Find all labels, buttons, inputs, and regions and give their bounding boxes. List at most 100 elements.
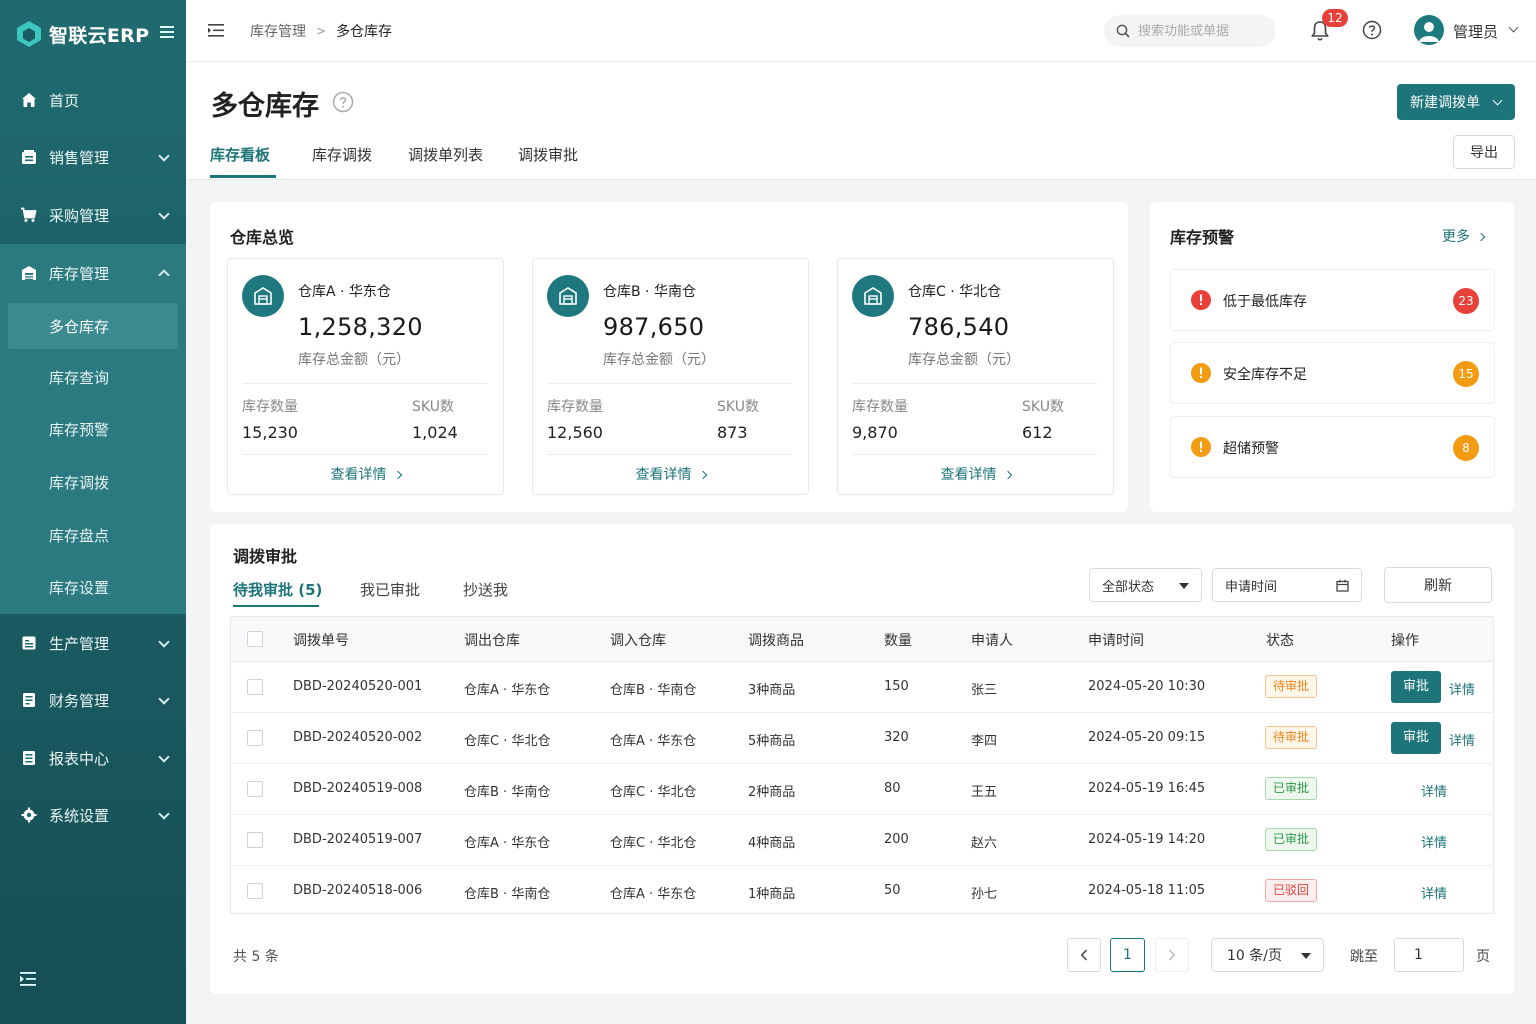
column-header: 操作 (1391, 633, 1419, 649)
chevron-down-icon (158, 208, 170, 220)
column-header: 调入仓库 (610, 633, 666, 649)
more-link[interactable]: 更多 (1442, 226, 1486, 246)
finance-icon (20, 692, 37, 709)
row-checkbox[interactable] (247, 832, 263, 848)
select-all-checkbox[interactable] (247, 631, 263, 647)
chevron-down-icon[interactable] (1508, 22, 1519, 33)
view-detail-link[interactable]: 查看详情 (533, 464, 808, 484)
collapse-sidebar-icon[interactable] (20, 972, 36, 986)
chevron-up-icon (158, 269, 170, 281)
sidebar-subitem-stock-settings[interactable]: 库存设置 (8, 564, 178, 610)
warehouse-sku: 1,024 (412, 423, 458, 442)
detail-link[interactable]: 详情 (1421, 883, 1447, 902)
menu-toggle-icon[interactable] (160, 26, 174, 38)
refresh-button[interactable]: 刷新 (1384, 567, 1492, 603)
status-filter-select[interactable]: 全部状态 (1089, 568, 1202, 602)
alert-item[interactable]: 低于最低库存 23 (1170, 269, 1495, 331)
row-checkbox[interactable] (247, 730, 263, 746)
tab-cc-me[interactable]: 抄送我 (463, 579, 508, 600)
sidebar-item-label: 系统设置 (49, 806, 110, 825)
row-checkbox[interactable] (247, 679, 263, 695)
warehouse-amount: 786,540 (908, 313, 1010, 341)
date-filter-input[interactable]: 申请时间 (1212, 568, 1362, 602)
view-detail-link[interactable]: 查看详情 (838, 464, 1113, 484)
sidebar-subitem-stock-transfer[interactable]: 库存调拨 (8, 459, 178, 505)
avatar[interactable] (1414, 15, 1444, 45)
sidebar-item-label: 报表中心 (49, 749, 110, 768)
view-detail-link[interactable]: 查看详情 (228, 464, 503, 484)
tab-transfer-approval[interactable]: 调拨审批 (518, 144, 578, 165)
topbar: 库存管理 > 多仓库存 12 管理员 (186, 0, 1536, 62)
page-size-select[interactable]: 10 条/页 (1211, 938, 1324, 972)
status-badge: 已审批 (1265, 777, 1318, 800)
approve-button[interactable]: 审批 (1391, 671, 1441, 703)
menu-icon[interactable] (208, 24, 224, 37)
warehouse-icon (547, 275, 589, 317)
chevron-right-icon (1168, 949, 1176, 961)
sidebar-item-inventory[interactable]: 库存管理 (0, 250, 186, 296)
cell-goods: 2种商品 (748, 785, 796, 800)
tab-approved[interactable]: 我已审批 (360, 579, 420, 600)
sales-icon (20, 149, 37, 166)
breadcrumb: 库存管理 > 多仓库存 (250, 21, 392, 41)
brand[interactable]: 智联云ERP (16, 14, 149, 54)
calendar-icon (1336, 579, 1349, 592)
sku-label: SKU数 (412, 399, 454, 415)
qty-label: 库存数量 (852, 399, 908, 415)
jump-page-input[interactable] (1394, 938, 1464, 972)
production-icon (20, 635, 37, 652)
row-checkbox[interactable] (247, 781, 263, 797)
status-badge: 待审批 (1265, 726, 1318, 749)
page-number-button[interactable]: 1 (1110, 938, 1145, 972)
search-box[interactable] (1104, 15, 1276, 47)
cell-applicant: 孙七 (971, 887, 998, 902)
sidebar-item-finance[interactable]: 财务管理 (0, 677, 186, 723)
sidebar-item-sales[interactable]: 销售管理 (0, 134, 186, 180)
detail-link[interactable]: 详情 (1449, 679, 1475, 698)
date-filter-placeholder: 申请时间 (1225, 579, 1278, 595)
approve-button[interactable]: 审批 (1391, 722, 1441, 754)
user-name[interactable]: 管理员 (1453, 21, 1498, 42)
sidebar-item-reports[interactable]: 报表中心 (0, 735, 186, 781)
view-detail-label: 查看详情 (330, 467, 387, 483)
error-icon (1191, 290, 1211, 310)
cell-from: 仓库A · 华东仓 (464, 836, 551, 851)
prev-page-button[interactable] (1067, 938, 1101, 972)
tab-pending-approval[interactable]: 待我审批 (5) (233, 579, 322, 600)
sidebar-item-home[interactable]: 首页 (0, 77, 186, 123)
page-header: 多仓库存 新建调拨单 导出 库存看板 库存调拨 调拨单列表 调拨审批 (186, 62, 1536, 180)
section-title: 调拨审批 (233, 547, 298, 566)
search-input[interactable] (1138, 23, 1268, 39)
status-badge: 已审批 (1265, 828, 1318, 851)
qty-label: 库存数量 (242, 399, 298, 415)
detail-link[interactable]: 详情 (1449, 730, 1475, 749)
help-icon[interactable] (1362, 20, 1382, 40)
new-transfer-button[interactable]: 新建调拨单 (1397, 84, 1515, 120)
cell-no: DBD-20240519-007 (293, 832, 423, 847)
detail-link[interactable]: 详情 (1421, 781, 1447, 800)
amount-label: 库存总金额（元） (908, 352, 1020, 368)
help-icon[interactable] (332, 91, 354, 113)
sidebar-item-production[interactable]: 生产管理 (0, 620, 186, 666)
status-badge: 待审批 (1265, 675, 1318, 698)
alert-item[interactable]: 超储预警 8 (1170, 416, 1495, 478)
sidebar-subitem-stock-alert[interactable]: 库存预警 (8, 406, 178, 452)
sidebar-item-purchase[interactable]: 采购管理 (0, 192, 186, 238)
sidebar-subitem-multi-warehouse[interactable]: 多仓库存 (8, 303, 178, 349)
alert-item[interactable]: 安全库存不足 15 (1170, 342, 1495, 404)
next-page-button[interactable] (1155, 938, 1189, 972)
tab-inventory-board[interactable]: 库存看板 (210, 144, 270, 165)
detail-link[interactable]: 详情 (1421, 832, 1447, 851)
tab-transfer-list[interactable]: 调拨单列表 (408, 144, 483, 165)
sidebar-subitem-stock-query[interactable]: 库存查询 (8, 354, 178, 400)
tab-inventory-transfer[interactable]: 库存调拨 (312, 144, 372, 165)
divider (242, 454, 487, 455)
export-button[interactable]: 导出 (1453, 135, 1515, 169)
amount-label: 库存总金额（元） (603, 352, 715, 368)
breadcrumb-item[interactable]: 库存管理 (250, 21, 306, 41)
warehouse-icon (242, 275, 284, 317)
sidebar-subitem-stock-count[interactable]: 库存盘点 (8, 512, 178, 558)
warehouse-icon (20, 265, 37, 282)
row-checkbox[interactable] (247, 883, 263, 899)
sidebar-item-settings[interactable]: 系统设置 (0, 792, 186, 838)
